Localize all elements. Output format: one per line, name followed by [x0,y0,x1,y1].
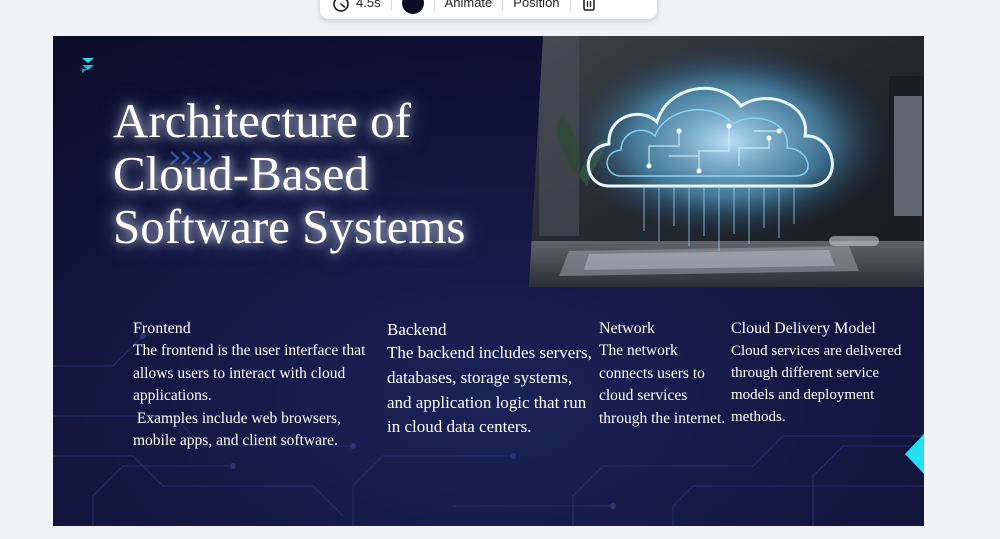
cloud-delivery-column[interactable]: Cloud Delivery Model Cloud services are … [731,318,911,428]
title-line: Software Systems [113,199,466,254]
column-text: The frontend is the user interface that … [133,342,370,404]
color-button[interactable] [401,0,424,14]
position-label: Position [513,0,560,10]
decorative-triangle [905,434,924,474]
toolbar-divider [502,0,504,11]
slide-title[interactable]: Architecture of Cloud-Based Software Sys… [113,94,466,253]
animate-button[interactable]: Animate [445,0,493,10]
duration-label: 4.5s [356,0,381,10]
column-heading: Cloud Delivery Model [731,320,876,337]
animate-label: Animate [444,0,493,10]
toolbar-divider [569,0,571,11]
position-button[interactable]: Position [513,0,559,10]
duration-button[interactable]: 4.5s [332,0,381,12]
brand-logo-icon [82,58,94,73]
frontend-column[interactable]: Frontend The frontend is the user interf… [133,318,373,453]
element-toolbar: 4.5s Animate Position [320,0,657,19]
column-heading: Network [599,320,655,337]
toolbar-divider [433,0,435,11]
column-text: The network connects users to cloud serv… [599,342,726,427]
column-heading: Frontend [133,320,191,337]
column-text: Examples include web browsers, mobile ap… [133,409,345,450]
title-line: Architecture of [113,93,411,148]
toolbar-divider [390,0,392,11]
stopwatch-icon [333,0,349,12]
column-heading: Backend [387,320,447,339]
column-text: The backend includes servers, databases,… [387,343,592,437]
slide-canvas[interactable]: Architecture of Cloud-Based Software Sys… [53,36,924,526]
color-swatch [401,0,424,14]
backend-column[interactable]: Backend The backend includes servers, da… [387,318,592,440]
delete-button[interactable] [581,0,597,12]
column-text: Cloud services are delivered through dif… [731,343,902,425]
cloud-technology-photo [529,36,924,287]
trash-icon [582,0,595,11]
network-column[interactable]: Network The network connects users to cl… [599,318,729,430]
title-line: Cloud-Based [113,146,369,201]
